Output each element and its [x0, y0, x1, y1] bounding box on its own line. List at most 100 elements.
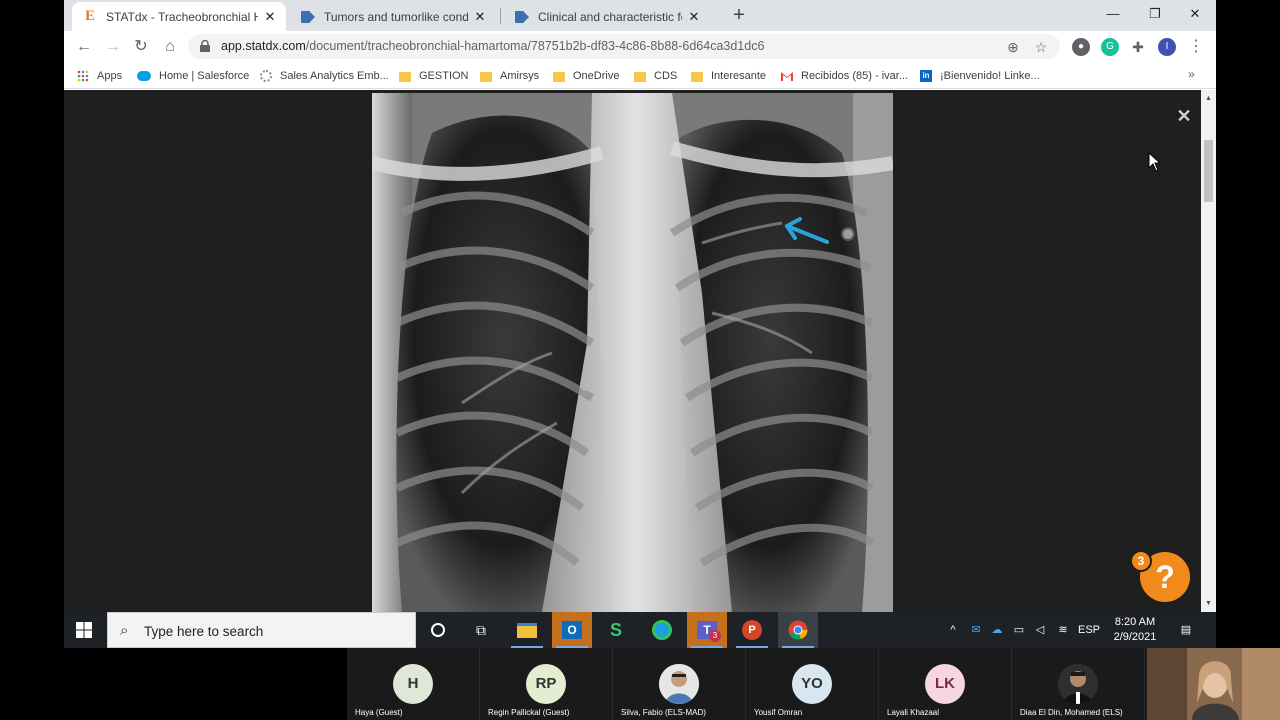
edge-icon[interactable]	[642, 612, 682, 648]
taskbar-clock[interactable]: 8:20 AM 2/9/2021	[1104, 615, 1166, 645]
participant-name: Diaa El Din, Mohamed (ELS)	[1020, 708, 1123, 717]
folder-icon	[634, 71, 646, 82]
bookmark-salesforce[interactable]: Home | Salesforce	[137, 68, 249, 84]
close-tab-icon[interactable]: ✕	[262, 9, 278, 25]
mouse-cursor-icon	[1148, 152, 1162, 172]
lock-icon	[200, 40, 210, 52]
menu-kebab-icon[interactable]: ⋮	[1184, 35, 1208, 59]
extension-circle-icon[interactable]: ●	[1072, 38, 1090, 56]
participant-name: Layali Khazaal	[887, 708, 940, 717]
tab-title: STATdx - Tracheobronchial Hama	[106, 9, 258, 24]
bookmark-label: Home | Salesforce	[159, 70, 250, 82]
profile-avatar[interactable]: I	[1158, 38, 1176, 56]
taskbar-search[interactable]: ⌕ Type here to search	[107, 612, 416, 648]
powerpoint-icon[interactable]: P	[732, 612, 772, 648]
scroll-down-icon[interactable]: ▼	[1201, 598, 1216, 610]
bookmarks-overflow-icon[interactable]: »	[1188, 67, 1195, 81]
tab-title: Clinical and characteristic feature	[538, 9, 682, 24]
participant-tile[interactable]: LK Layali Khazaal	[879, 648, 1012, 720]
task-view-icon[interactable]: ⧉	[461, 612, 501, 648]
tab-tumors[interactable]: Tumors and tumorlike conditions ✕	[290, 2, 496, 31]
participant-tile[interactable]: YO Yousif Omran	[746, 648, 879, 720]
minimize-button[interactable]: —	[1092, 0, 1134, 28]
tab-statdx[interactable]: E STATdx - Tracheobronchial Hama ✕	[72, 2, 286, 31]
outlook-tray-icon[interactable]: ✉	[967, 612, 985, 648]
participant-tile[interactable]: Silva, Fabio (ELS-MAD)	[613, 648, 746, 720]
windows-start-icon[interactable]	[76, 622, 92, 638]
salesforce-cloud-icon	[137, 71, 151, 81]
participant-tile[interactable]: H Haya (Guest)	[347, 648, 480, 720]
bookmark-label: CDS	[654, 70, 678, 82]
onedrive-icon[interactable]: ☁	[988, 612, 1006, 648]
folder-icon	[399, 71, 411, 82]
bookmark-sales-analytics[interactable]: Sales Analytics Emb...	[260, 68, 389, 84]
zoom-icon[interactable]: ⊕	[1004, 38, 1022, 56]
bookmark-onedrive[interactable]: OneDrive	[553, 68, 619, 84]
tab-strip: E STATdx - Tracheobronchial Hama ✕ Tumor…	[64, 0, 1216, 31]
analytics-icon	[260, 70, 272, 82]
home-icon[interactable]: ⌂	[158, 35, 182, 59]
close-window-button[interactable]: ✕	[1174, 0, 1216, 28]
close-tab-icon[interactable]: ✕	[686, 9, 702, 25]
bookmark-label: Interesante	[711, 70, 767, 82]
bookmark-label: OneDrive	[573, 70, 620, 82]
search-icon: ⌕	[120, 622, 129, 639]
bookmark-cds[interactable]: CDS	[634, 68, 677, 84]
new-tab-button[interactable]: +	[728, 5, 750, 27]
language-indicator[interactable]: ESP	[1076, 612, 1102, 648]
volume-icon[interactable]: ◁	[1031, 612, 1049, 648]
bookmark-amirsys[interactable]: Amirsys	[480, 68, 539, 84]
close-viewer-icon[interactable]: ✕	[1174, 106, 1194, 126]
participant-photo	[1058, 664, 1098, 704]
grammarly-icon[interactable]: G	[1101, 38, 1119, 56]
clock-time: 8:20 AM	[1114, 616, 1156, 628]
participant-tile[interactable]: RP Regin Pallickal (Guest)	[480, 648, 613, 720]
bookmark-gestion[interactable]: GESTION	[399, 68, 469, 84]
scroll-thumb[interactable]	[1204, 140, 1213, 202]
bookmark-star-icon[interactable]: ☆	[1032, 38, 1050, 56]
bookmark-linkedin[interactable]: in ¡Bienvenido! Linke...	[920, 68, 1040, 84]
participant-name: Silva, Fabio (ELS-MAD)	[621, 708, 706, 717]
participant-photo	[659, 664, 699, 704]
folder-icon	[553, 71, 565, 82]
address-bar[interactable]: app.statdx.com/document/tracheobronchial…	[188, 34, 1060, 59]
help-notification-badge: 3	[1130, 550, 1152, 572]
tray-chevron-icon[interactable]: ^	[944, 612, 962, 648]
meeting-participants-strip: H Haya (Guest) RP Regin Pallickal (Guest…	[347, 648, 1280, 720]
cortana-icon[interactable]	[418, 612, 458, 648]
app-s-icon[interactable]: S	[596, 612, 636, 648]
restore-button[interactable]: ❐	[1134, 0, 1176, 28]
outlook-icon[interactable]: O	[552, 612, 592, 648]
participant-avatar: YO	[792, 664, 832, 704]
search-placeholder: Type here to search	[144, 624, 264, 639]
bookmark-label: Recibidos (85) - ivar...	[801, 70, 908, 82]
gmail-icon	[781, 72, 793, 81]
notifications-icon[interactable]: ▤	[1176, 612, 1196, 648]
teams-icon[interactable]: T 3	[687, 612, 727, 648]
tab-clinical[interactable]: Clinical and characteristic feature ✕	[504, 2, 710, 31]
bookmark-gmail[interactable]: Recibidos (85) - ivar...	[781, 68, 908, 84]
forward-arrow-icon[interactable]: →	[101, 35, 125, 59]
extensions-puzzle-icon[interactable]: ✚	[1129, 38, 1147, 56]
scroll-up-icon[interactable]: ▲	[1201, 93, 1216, 105]
close-tab-icon[interactable]: ✕	[472, 9, 488, 25]
reload-icon[interactable]: ↻	[129, 35, 153, 59]
file-explorer-icon[interactable]	[507, 612, 547, 648]
wifi-icon[interactable]: ≋	[1054, 612, 1072, 648]
participant-name: Yousif Omran	[754, 708, 803, 717]
screen: E STATdx - Tracheobronchial Hama ✕ Tumor…	[0, 0, 1280, 720]
participant-tile[interactable]: Diaa El Din, Mohamed (ELS)	[1012, 648, 1145, 720]
bookmark-apps[interactable]: Apps	[77, 68, 122, 84]
bookmark-label: Apps	[97, 70, 123, 82]
bookmark-interesante[interactable]: Interesante	[691, 68, 766, 84]
page-scrollbar[interactable]: ▲ ▼	[1201, 90, 1216, 612]
bookmark-label: GESTION	[419, 70, 469, 82]
chrome-icon[interactable]	[778, 612, 818, 648]
image-viewer: ✕ ? 3	[64, 90, 1201, 612]
participant-name: Haya (Guest)	[355, 708, 403, 717]
linkedin-icon: in	[920, 70, 932, 82]
back-arrow-icon[interactable]: ←	[72, 35, 96, 59]
tab-title: Tumors and tumorlike conditions	[324, 9, 468, 24]
battery-icon[interactable]: ▭	[1010, 612, 1028, 648]
statdx-e-icon: E	[84, 8, 95, 24]
